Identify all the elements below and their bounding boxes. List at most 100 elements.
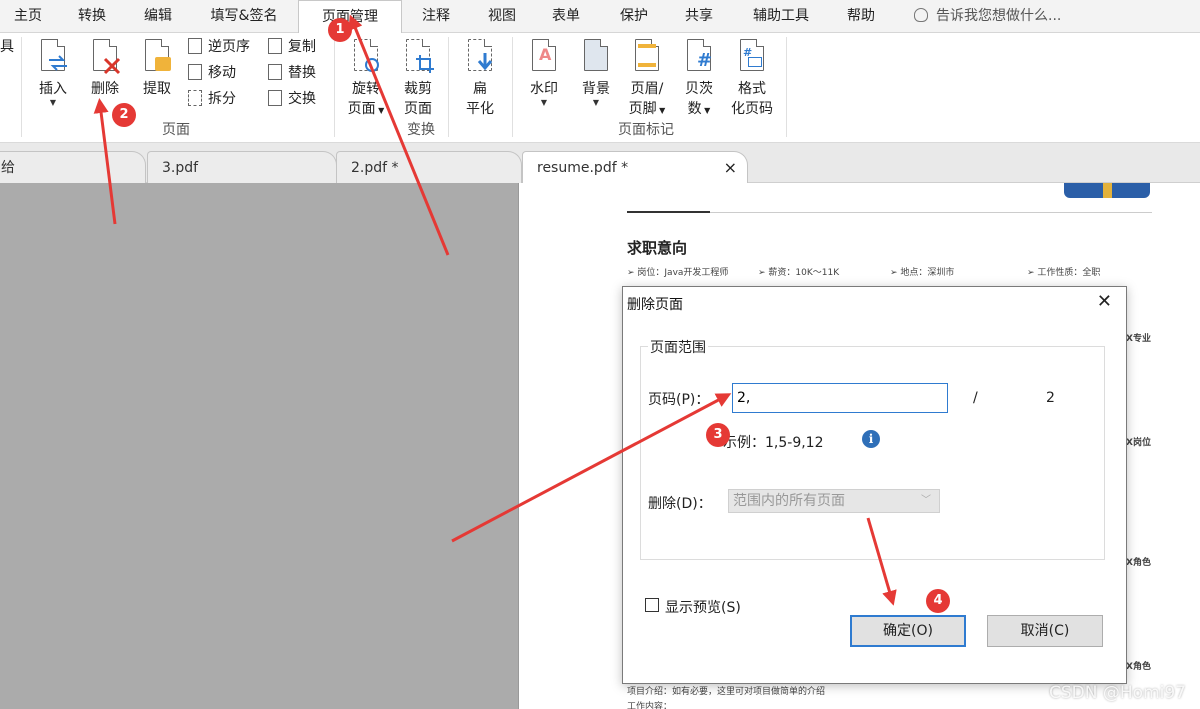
bates-number-button[interactable]: # 贝茨 数 ▼	[678, 39, 720, 121]
background-button[interactable]: 背景 ▼	[576, 39, 616, 107]
background-label: 背景	[582, 81, 610, 97]
page-number-input[interactable]	[732, 383, 948, 413]
crop-pages-button[interactable]: 裁剪 页面	[398, 39, 438, 119]
resume-meta-location: ➢ 地点：深圳市	[890, 268, 955, 278]
cancel-button[interactable]: 取消(C)	[987, 615, 1103, 647]
resume-side-text: X角色	[1126, 558, 1151, 568]
insert-label: 插入	[39, 81, 67, 97]
move-icon	[188, 64, 202, 80]
chevron-down-icon: ﹀	[921, 495, 931, 506]
page-range-group	[640, 346, 1105, 560]
document-canvas-background	[0, 183, 518, 709]
tab-3-pdf[interactable]: 3.pdf	[147, 151, 337, 183]
ribbon-separator	[21, 37, 22, 137]
rotate-label-1: 旋转	[352, 81, 380, 97]
tab-label: resume.pdf *	[537, 160, 629, 176]
flatten-button[interactable]: 扁 平化	[460, 39, 500, 119]
group-label-transform: 变换	[407, 122, 435, 138]
step-marker: 1	[328, 18, 352, 42]
chevron-down-icon: ▼	[592, 98, 600, 107]
delete-mode-select[interactable]: 范围内的所有页面 ﹀	[728, 489, 940, 513]
chevron-down-icon: ▼	[540, 98, 548, 107]
copy-button[interactable]: 复制	[268, 37, 316, 57]
replace-label: 替换	[288, 65, 316, 81]
menu-edit[interactable]: 编辑	[128, 0, 188, 33]
info-icon[interactable]: i	[862, 430, 880, 448]
extract-icon	[141, 39, 173, 75]
tell-me-search[interactable]: 告诉我您想做什么...	[914, 0, 1061, 33]
extract-button[interactable]: 提取	[138, 39, 176, 99]
bates-label-1: 贝茨	[685, 81, 713, 97]
menu-convert[interactable]: 转换	[62, 0, 122, 33]
delete-button[interactable]: 删除	[86, 39, 124, 99]
tab-2-pdf[interactable]: 2.pdf *	[336, 151, 522, 183]
document-tab-bar: 给 3.pdf 2.pdf * resume.pdf * ×	[0, 143, 1200, 184]
tab-resume-pdf[interactable]: resume.pdf * ×	[522, 151, 748, 184]
close-icon[interactable]: ×	[724, 152, 737, 184]
ribbon-separator	[786, 37, 787, 137]
page-number-label: 页码(P)：	[648, 392, 710, 408]
header-footer-icon	[631, 39, 663, 75]
lightbulb-icon	[914, 8, 928, 22]
menu-view[interactable]: 视图	[472, 0, 532, 33]
dialog-title: 删除页面	[627, 297, 683, 313]
menu-protect[interactable]: 保护	[604, 0, 664, 33]
tab-previous[interactable]: 给	[0, 151, 146, 183]
show-preview-checkbox[interactable]	[645, 598, 659, 612]
flatten-label-1: 扁	[473, 81, 487, 97]
rotate-pages-button[interactable]: 旋转 页面 ▼	[344, 39, 388, 121]
rotate-label-2: 页面	[347, 101, 376, 117]
header-footer-button[interactable]: 页眉/ 页脚 ▼	[624, 39, 670, 121]
page-rule	[710, 212, 1152, 213]
menu-form[interactable]: 表单	[536, 0, 596, 33]
delete-mode-label: 删除(D)：	[648, 496, 712, 512]
resume-meta-type: ➢ 工作性质：全职	[1027, 268, 1101, 278]
format-page-number-button[interactable]: # 格式 化页码	[728, 39, 776, 119]
resume-photo-tie	[1103, 183, 1112, 198]
delete-label: 删除	[91, 81, 119, 97]
menu-help[interactable]: 帮助	[832, 0, 890, 33]
split-icon	[188, 90, 202, 106]
crop-label-1: 裁剪	[404, 81, 432, 97]
ribbon-cut-label: 具	[0, 39, 14, 55]
flatten-label-2: 平化	[466, 101, 494, 117]
ribbon-separator	[448, 37, 449, 137]
ok-button[interactable]: 确定(O)	[850, 615, 966, 647]
swap-label: 交换	[288, 91, 316, 107]
ribbon-separator	[334, 37, 335, 137]
format-page-number-icon: #	[736, 39, 768, 75]
page-range-label: 页面范围	[648, 337, 708, 357]
menu-annotate[interactable]: 注释	[406, 0, 466, 33]
delete-mode-value: 范围内的所有页面	[733, 493, 845, 509]
move-button[interactable]: 移动	[188, 63, 236, 83]
rotate-icon	[350, 39, 382, 75]
resume-section-heading: 求职意向	[627, 239, 688, 257]
menu-share[interactable]: 共享	[668, 0, 730, 33]
reverse-pages-button[interactable]: 逆页序	[188, 37, 250, 57]
menu-home[interactable]: 主页	[0, 0, 56, 33]
copy-icon	[268, 38, 282, 54]
close-icon[interactable]: ✕	[1097, 291, 1112, 312]
replace-icon	[268, 64, 282, 80]
format-label-2: 化页码	[731, 101, 773, 117]
menu-accessibility[interactable]: 辅助工具	[740, 0, 822, 33]
split-label: 拆分	[208, 91, 236, 107]
header-label-2: 页脚	[628, 101, 657, 117]
insert-button[interactable]: 插入 ▼	[34, 39, 72, 107]
watermark-button[interactable]: A 水印 ▼	[524, 39, 564, 107]
split-button[interactable]: 拆分	[188, 89, 236, 109]
group-label-page-marks: 页面标记	[618, 122, 674, 138]
tell-me-text: 告诉我您想做什么...	[936, 8, 1062, 24]
resume-project-intro: 项目介绍：如有必要，这里可对项目做简单的介绍	[627, 687, 826, 697]
resume-side-text: X岗位	[1126, 438, 1151, 448]
total-pages: 2	[1046, 390, 1055, 406]
extract-label: 提取	[143, 81, 171, 97]
menu-bar: 主页 转换 编辑 填写&签名 页面管理 注释 视图 表单 保护 共享 辅助工具 …	[0, 0, 1200, 34]
swap-button[interactable]: 交换	[268, 89, 316, 109]
copy-label: 复制	[288, 39, 316, 55]
step-marker: 4	[926, 589, 950, 613]
step-marker: 3	[706, 423, 730, 447]
replace-button[interactable]: 替换	[268, 63, 316, 83]
delete-page-icon	[89, 39, 121, 75]
menu-fill-sign[interactable]: 填写&签名	[196, 0, 292, 33]
